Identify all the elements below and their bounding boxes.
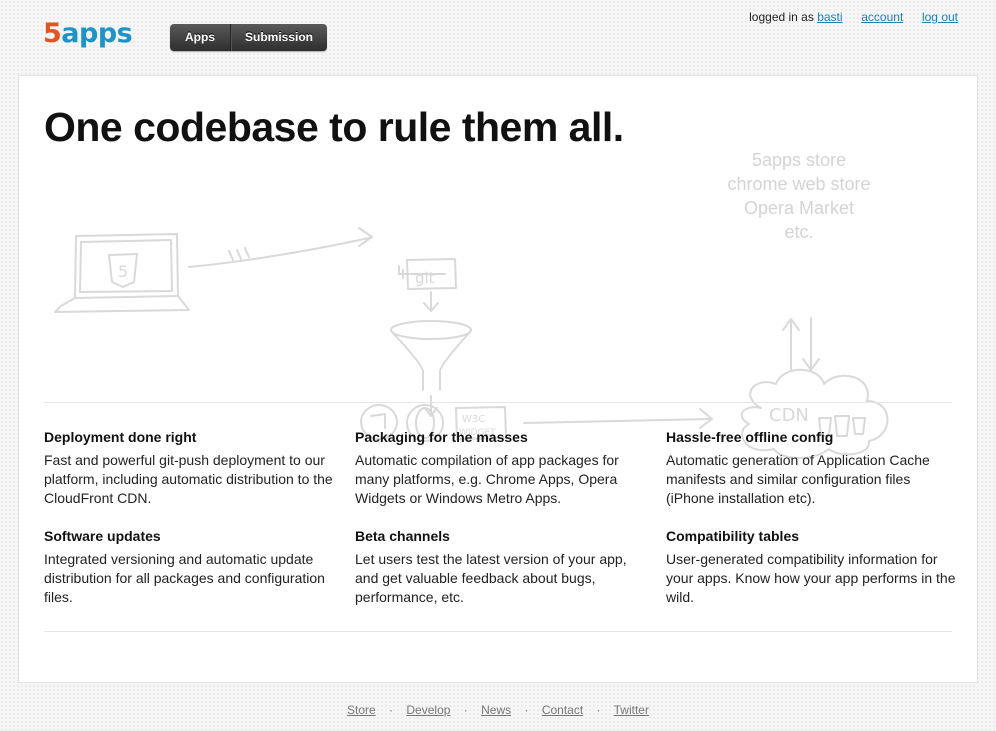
cdn-label: CDN — [769, 405, 809, 426]
html5-label: 5 — [118, 262, 128, 281]
feature-text: User-generated compatibility information… — [666, 551, 956, 605]
footer-separator: · — [524, 703, 529, 717]
footer-link-news[interactable]: News — [481, 703, 511, 717]
store-5apps: 5apps store — [751, 150, 847, 170]
nav-apps-button[interactable]: Apps — [170, 24, 231, 51]
feature-title: Deployment done right — [44, 429, 197, 445]
feature-title: Beta channels — [355, 528, 450, 544]
main-nav: Apps Submission — [170, 24, 327, 51]
user-bar: logged in as basti account log out — [749, 10, 958, 24]
footer-nav: Store · Develop · News · Contact · Twitt… — [0, 703, 996, 717]
feature-title: Hassle-free offline config — [666, 429, 834, 445]
widget-top-label: W3C — [462, 414, 485, 425]
feature-offline-config: Hassle-free offline config Automatic gen… — [666, 429, 961, 508]
account-link[interactable]: account — [861, 10, 903, 24]
sync-arrows-icon — [782, 317, 820, 372]
footer-link-twitter[interactable]: Twitter — [614, 703, 649, 717]
feature-title: Compatibility tables — [666, 528, 800, 544]
git-label: git — [415, 269, 435, 287]
store-opera: Opera Market — [743, 198, 855, 218]
feature-beta-channels: Beta channels Let users test the latest … — [355, 528, 650, 607]
page-title: One codebase to rule them all. — [44, 104, 624, 150]
feature-text: Automatic generation of Application Cach… — [666, 452, 930, 506]
feature-text: Fast and powerful git-push deployment to… — [44, 452, 333, 506]
nav-submission-button[interactable]: Submission — [231, 24, 327, 51]
feature-title: Packaging for the masses — [355, 429, 528, 445]
footer-separator: · — [389, 703, 394, 717]
feature-packaging: Packaging for the masses Automatic compi… — [355, 429, 650, 508]
main-card: One codebase to rule them all. 5 git W3C… — [18, 75, 978, 683]
footer-separator: · — [596, 703, 601, 717]
feature-text: Integrated versioning and automatic upda… — [44, 551, 325, 605]
feature-software-updates: Software updates Integrated versioning a… — [44, 528, 339, 607]
divider-top — [44, 402, 952, 403]
logo-apps: apps — [61, 18, 133, 49]
feature-text: Let users test the latest version of you… — [355, 551, 627, 605]
store-chrome: chrome web store — [727, 174, 871, 194]
git-stack-icon: git — [398, 258, 457, 312]
logo[interactable]: 5apps — [43, 18, 133, 49]
footer-link-develop[interactable]: Develop — [406, 703, 450, 717]
feature-deployment: Deployment done right Fast and powerful … — [44, 429, 339, 508]
store-etc: etc. — [784, 222, 814, 242]
footer-link-store[interactable]: Store — [347, 703, 376, 717]
divider-bottom — [44, 631, 952, 632]
footer-separator: · — [463, 703, 468, 717]
username-link[interactable]: basti — [817, 10, 842, 24]
arrow-to-cdn-icon — [523, 408, 713, 429]
feature-title: Software updates — [44, 528, 161, 544]
feature-compatibility: Compatibility tables User-generated comp… — [666, 528, 961, 607]
arrow-to-git-icon — [188, 227, 373, 268]
logged-in-label: logged in as — [749, 10, 814, 24]
feature-text: Automatic compilation of app packages fo… — [355, 452, 619, 506]
logo-five: 5 — [43, 18, 62, 49]
store-list: 5apps store chrome web store Opera Marke… — [709, 148, 889, 244]
footer-link-contact[interactable]: Contact — [542, 703, 583, 717]
laptop-icon: 5 — [54, 233, 190, 313]
logout-link[interactable]: log out — [922, 10, 958, 24]
